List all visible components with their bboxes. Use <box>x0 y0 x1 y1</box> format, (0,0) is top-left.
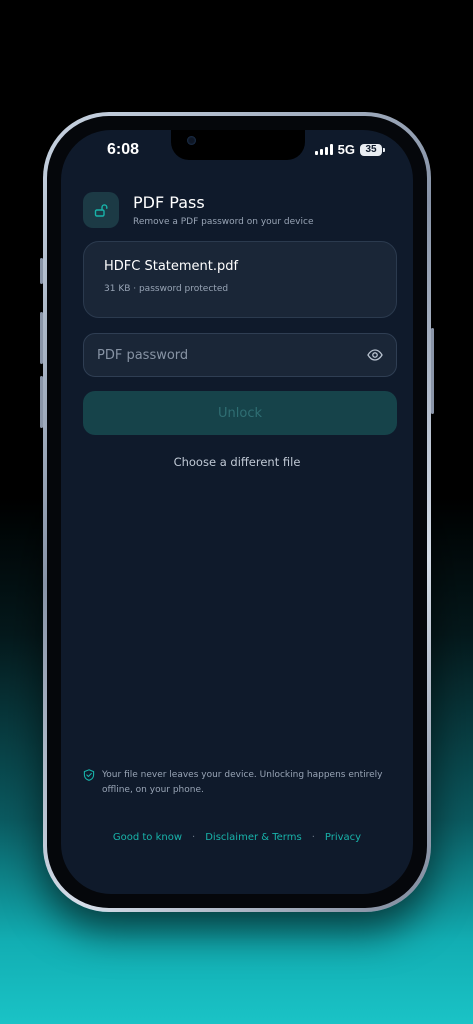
disclaimer-terms-link[interactable]: Disclaimer & Terms <box>205 832 301 843</box>
phone-frame: 6:08 5G 35 PDF Pass Remove a PDF passwor… <box>40 112 434 912</box>
app-header: PDF Pass Remove a PDF password on your d… <box>83 192 313 228</box>
privacy-note: Your file never leaves your device. Unlo… <box>83 768 393 798</box>
unlock-button[interactable]: Unlock <box>83 391 397 435</box>
notch <box>171 130 305 160</box>
eye-icon <box>367 349 383 361</box>
app-logo <box>83 192 119 228</box>
power-button <box>431 328 434 414</box>
footer-separator: · <box>311 832 315 843</box>
battery-level: 35 <box>360 143 382 156</box>
network-label: 5G <box>337 142 355 157</box>
status-time: 6:08 <box>107 141 140 158</box>
good-to-know-link[interactable]: Good to know <box>113 832 182 843</box>
mute-switch <box>40 258 43 284</box>
app-title: PDF Pass <box>133 193 205 212</box>
volume-up-button <box>40 312 43 364</box>
signal-icon <box>314 144 333 155</box>
password-input[interactable] <box>97 347 366 363</box>
file-name: HDFC Statement.pdf <box>104 259 239 274</box>
volume-down-button <box>40 376 43 428</box>
file-meta: 31 KB · password protected <box>104 284 229 294</box>
shield-check-icon <box>83 769 95 781</box>
footer-links: Good to know · Disclaimer & Terms · Priv… <box>61 832 413 843</box>
selected-file-card[interactable]: HDFC Statement.pdf 31 KB · password prot… <box>83 241 397 318</box>
show-password-button[interactable] <box>366 346 384 364</box>
phone-bezel: 6:08 5G 35 PDF Pass Remove a PDF passwor… <box>47 116 427 908</box>
phone-screen: 6:08 5G 35 PDF Pass Remove a PDF passwor… <box>61 130 413 894</box>
privacy-link[interactable]: Privacy <box>325 832 361 843</box>
battery-icon: 35 <box>360 143 385 156</box>
front-camera <box>187 136 196 145</box>
unlock-icon <box>94 204 108 217</box>
app-subtitle: Remove a PDF password on your device <box>133 217 314 227</box>
footer-separator: · <box>192 832 196 843</box>
privacy-text: Your file never leaves your device. Unlo… <box>102 770 383 795</box>
password-field[interactable] <box>83 333 397 377</box>
status-indicators: 5G 35 <box>314 142 385 157</box>
choose-different-file-link[interactable]: Choose a different file <box>61 455 413 469</box>
